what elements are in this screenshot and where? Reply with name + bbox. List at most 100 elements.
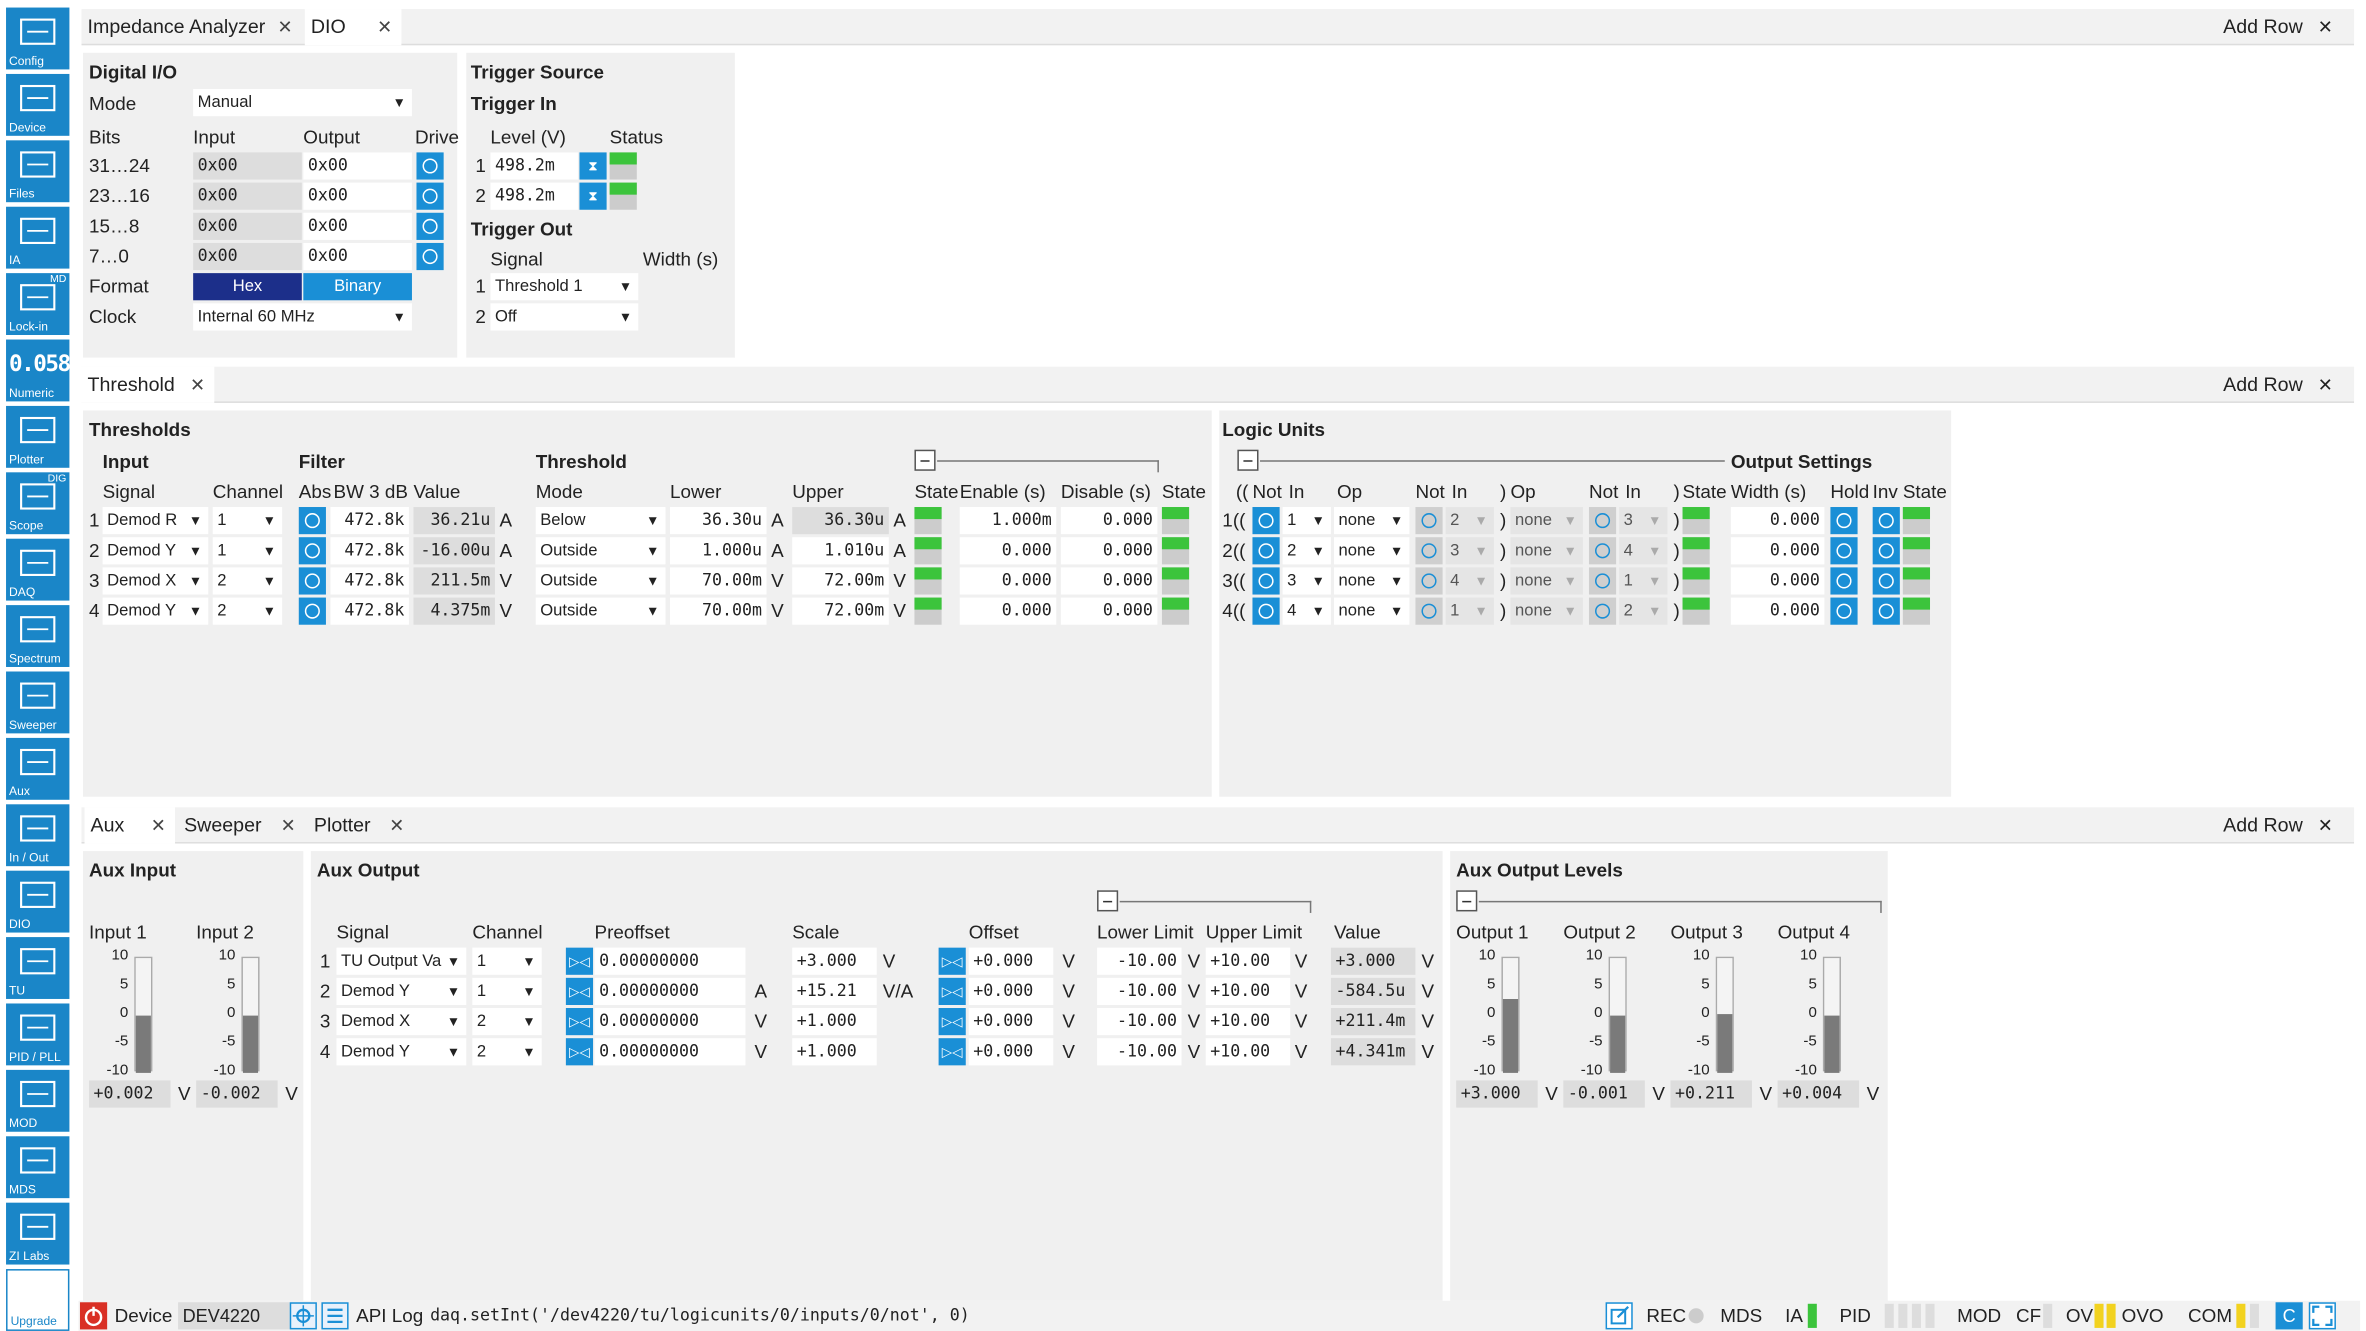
hold-toggle[interactable] [1830, 537, 1858, 565]
preoffset-field[interactable]: 0.00000000 [594, 977, 746, 1005]
hold-toggle[interactable] [1830, 567, 1858, 595]
scale-field[interactable]: +1.000 [792, 1008, 877, 1036]
upper-threshold-field[interactable]: 36.30u [792, 507, 889, 535]
upper-threshold-field[interactable]: 1.010u [792, 537, 889, 565]
threshold-channel-select[interactable]: 1 [212, 537, 283, 565]
sidebar-item-lock-in[interactable]: MD Lock-in [6, 273, 70, 335]
threshold-signal-select[interactable]: Demod R [102, 507, 209, 535]
abs-toggle[interactable] [298, 507, 326, 535]
auto-preoffset-icon[interactable]: ▷◁ [565, 1008, 594, 1036]
auto-offset-icon[interactable]: ▷◁ [938, 977, 966, 1005]
threshold-mode-select[interactable]: Outside [535, 537, 666, 565]
upper-threshold-field[interactable]: 72.00m [792, 597, 889, 625]
add-row-button[interactable]: Add Row [2223, 9, 2303, 45]
enable-time-field[interactable]: 0.000 [959, 597, 1057, 625]
enable-time-field[interactable]: 1.000m [959, 507, 1057, 535]
fullscreen-icon[interactable] [2308, 1302, 2336, 1330]
collapse-button[interactable] [914, 449, 936, 471]
sidebar-item-aux[interactable]: Aux [6, 737, 70, 800]
drive-toggle[interactable] [416, 152, 444, 180]
collapse-button[interactable] [1097, 890, 1119, 912]
trigger-out-signal-select[interactable]: Off [490, 303, 639, 331]
close-icon[interactable]: ✕ [151, 807, 166, 843]
aux-channel-select[interactable]: 1 [472, 947, 542, 975]
not-toggle[interactable] [1252, 507, 1280, 535]
drive-toggle[interactable] [416, 212, 444, 240]
tab-threshold[interactable]: Threshold ✕ [81, 366, 215, 403]
drive-toggle[interactable] [416, 242, 444, 271]
logic-input-select[interactable]: 1 [1282, 507, 1331, 535]
sidebar-item-in-out[interactable]: In / Out [6, 804, 70, 867]
upper-limit-field[interactable]: +10.00 [1205, 977, 1291, 1005]
abs-toggle[interactable] [298, 597, 326, 625]
dio-output-field[interactable]: 0x00 [303, 242, 412, 271]
trigger-out-signal-select[interactable]: Threshold 1 [490, 273, 639, 301]
not-toggle[interactable] [1588, 507, 1617, 535]
invert-toggle[interactable] [1872, 567, 1900, 595]
sidebar-item-ia[interactable]: IA [6, 206, 70, 269]
hourglass-icon[interactable]: ⧗ [579, 182, 607, 210]
output-width-field[interactable]: 0.000 [1730, 537, 1825, 565]
bw-field[interactable]: 472.8k [330, 507, 409, 535]
threshold-mode-select[interactable]: Outside [535, 597, 666, 625]
tab-plotter[interactable]: Plotter ✕ [308, 807, 414, 843]
scale-field[interactable]: +15.21 [792, 977, 877, 1005]
lower-threshold-field[interactable]: 36.30u [669, 507, 767, 535]
dio-output-field[interactable]: 0x00 [303, 182, 412, 210]
aux-channel-select[interactable]: 2 [472, 1008, 542, 1036]
not-toggle[interactable] [1415, 597, 1443, 625]
upper-limit-field[interactable]: +10.00 [1205, 1038, 1291, 1066]
trigger-level-field[interactable]: 498.2m [490, 182, 578, 210]
preoffset-field[interactable]: 0.00000000 [594, 947, 746, 975]
bw-field[interactable]: 472.8k [330, 597, 409, 625]
sidebar-item-dio[interactable]: DIO [6, 870, 70, 933]
threshold-signal-select[interactable]: Demod Y [102, 597, 209, 625]
disable-time-field[interactable]: 0.000 [1060, 567, 1158, 595]
sidebar-item-sweeper[interactable]: Sweeper [6, 671, 70, 734]
sidebar-item-device[interactable]: Device [6, 73, 70, 136]
auto-preoffset-icon[interactable]: ▷◁ [565, 977, 594, 1005]
threshold-signal-select[interactable]: Demod Y [102, 537, 209, 565]
threshold-signal-select[interactable]: Demod X [102, 567, 209, 595]
target-icon[interactable] [289, 1302, 317, 1330]
power-icon[interactable] [79, 1302, 108, 1330]
logic-input-select[interactable]: 2 [1282, 537, 1331, 565]
aux-signal-select[interactable]: Demod X [336, 1008, 467, 1036]
scale-field[interactable]: +1.000 [792, 1038, 877, 1066]
logic-input-select[interactable]: 3 [1282, 567, 1331, 595]
abs-toggle[interactable] [298, 567, 326, 595]
aux-channel-select[interactable]: 1 [472, 977, 542, 1005]
bw-field[interactable]: 472.8k [330, 567, 409, 595]
sidebar-item-mod[interactable]: MOD [6, 1069, 70, 1132]
offset-field[interactable]: +0.000 [968, 1038, 1054, 1066]
sidebar-item-pid-pll[interactable]: PID / PLL [6, 1003, 70, 1066]
hold-toggle[interactable] [1830, 597, 1858, 625]
offset-field[interactable]: +0.000 [968, 1008, 1054, 1036]
add-row-button[interactable]: Add Row [2223, 367, 2303, 403]
not-toggle[interactable] [1415, 537, 1443, 565]
close-icon[interactable]: ✕ [281, 807, 296, 843]
close-icon[interactable]: ✕ [389, 807, 404, 843]
invert-toggle[interactable] [1872, 597, 1900, 625]
threshold-channel-select[interactable]: 1 [212, 507, 283, 535]
tab-sweeper[interactable]: Sweeper ✕ [178, 807, 305, 843]
external-link-icon[interactable] [1605, 1302, 1633, 1330]
disable-time-field[interactable]: 0.000 [1060, 537, 1158, 565]
logic-op-select[interactable]: none [1333, 597, 1410, 625]
dio-output-field[interactable]: 0x00 [303, 212, 412, 240]
auto-preoffset-icon[interactable]: ▷◁ [565, 947, 594, 975]
format-hex-button[interactable]: Hex [193, 273, 302, 301]
enable-time-field[interactable]: 0.000 [959, 537, 1057, 565]
close-icon[interactable]: ✕ [2318, 807, 2333, 843]
not-toggle[interactable] [1252, 597, 1280, 625]
logic-input-select[interactable]: 1 [1619, 567, 1668, 595]
threshold-channel-select[interactable]: 2 [212, 597, 283, 625]
hold-toggle[interactable] [1830, 507, 1858, 535]
logic-op-select[interactable]: none [1510, 537, 1583, 565]
list-icon[interactable] [321, 1302, 349, 1330]
sidebar-item-scope[interactable]: DIG Scope [6, 472, 70, 535]
aux-channel-select[interactable]: 2 [472, 1038, 542, 1066]
sidebar-item-zi-labs[interactable]: ZI Labs [6, 1202, 70, 1265]
not-toggle[interactable] [1415, 507, 1443, 535]
not-toggle[interactable] [1588, 537, 1617, 565]
